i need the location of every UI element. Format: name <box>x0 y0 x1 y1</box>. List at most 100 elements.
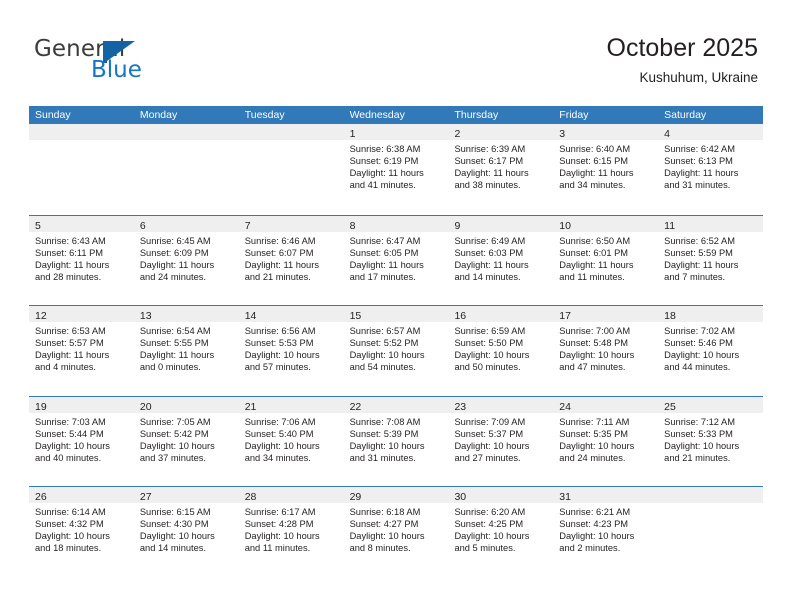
day-number: 24 <box>559 400 571 413</box>
day-detail-line: Sunrise: 6:54 AM <box>139 326 211 336</box>
day-detail-line: and 24 minutes. <box>139 271 207 282</box>
day-detail-line: Sunrise: 6:39 AM <box>454 144 526 154</box>
calendar-day-cell[interactable]: 18 Sunrise: 7:02 AM Sunset: 5:46 PM Dayligh… <box>658 306 764 396</box>
day-detail-line: and 11 minutes. <box>559 271 625 282</box>
calendar-day-cell[interactable]: 9 Sunrise: 6:49 AM Sunset: 6:03 PM Daylight… <box>448 215 554 306</box>
day-number: 19 <box>35 400 47 413</box>
weekday-header-sunday: Sunday <box>35 109 71 121</box>
calendar-day-cell[interactable]: 31 Sunrise: 6:21 AM Sunset: 4:23 PM Dayligh… <box>553 487 659 577</box>
day-number-band: 5 <box>29 215 134 232</box>
calendar-day-cell[interactable]: 13 Sunrise: 6:54 AM Sunset: 5:55 PM Dayligh… <box>133 306 239 396</box>
calendar-day-cell[interactable]: 23 Sunrise: 7:09 AM Sunset: 5:37 PM Dayligh… <box>448 396 554 487</box>
day-number-band: 7 <box>238 215 344 232</box>
calendar-day-cell[interactable]: 19 Sunrise: 7:03 AM Sunset: 5:44 PM Dayligh… <box>29 396 134 487</box>
calendar-day-cell[interactable]: 26 Sunrise: 6:14 AM Sunset: 4:32 PM Dayligh… <box>29 487 134 577</box>
calendar-weeks: 1 Sunrise: 6:38 AM Sunset: 6:19 PM Daylight… <box>29 124 764 577</box>
calendar-day-cell[interactable]: 5 Sunrise: 6:43 AM Sunset: 6:11 PM Daylight… <box>29 215 134 306</box>
calendar-day-cell[interactable]: 27 Sunrise: 6:15 AM Sunset: 4:30 PM Dayligh… <box>133 487 239 577</box>
day-number-band <box>658 487 764 503</box>
day-detail-line: Sunrise: 7:11 AM <box>559 416 630 427</box>
day-detail-line: Sunrise: 7:00 AM <box>559 326 631 336</box>
day-detail-line: Daylight: 10 hours <box>244 350 320 361</box>
day-number: 21 <box>244 400 257 413</box>
day-detail-line: Sunrise: 7:12 AM <box>664 416 735 427</box>
calendar-day-cell[interactable]: 30 Sunrise: 6:20 AM Sunset: 4:25 PM Dayligh… <box>448 487 554 577</box>
calendar-day-cell[interactable]: 8 Sunrise: 6:47 AM Sunset: 6:05 PM Daylight… <box>343 215 449 306</box>
calendar-day-cell[interactable]: 7 Sunrise: 6:46 AM Sunset: 6:07 PM Daylight… <box>238 215 344 306</box>
day-details: Sunrise: 6:46 AM Sunset: 6:07 PM Daylight:… <box>239 232 344 283</box>
calendar-day-cell[interactable]: 2 Sunrise: 6:39 AM Sunset: 6:17 PM Daylight… <box>448 124 554 215</box>
calendar-day-cell[interactable]: 10 Sunrise: 6:50 AM Sunset: 6:01 PM Dayligh… <box>553 215 659 306</box>
calendar-day-cell[interactable]: 17 Sunrise: 7:00 AM Sunset: 5:48 PM Dayligh… <box>553 306 659 396</box>
calendar-day-cell[interactable]: 11 Sunrise: 6:52 AM Sunset: 5:59 PM Dayligh… <box>658 215 764 306</box>
day-details: Sunrise: 6:57 AM Sunset: 5:52 PM Daylight:… <box>344 322 449 373</box>
day-details: Sunrise: 6:17 AM Sunset: 4:28 PM Daylight:… <box>239 503 344 554</box>
day-detail-line: Daylight: 11 hours <box>35 259 110 270</box>
day-detail-line: Daylight: 10 hours <box>454 350 530 361</box>
day-details: Sunrise: 6:18 AM Sunset: 4:27 PM Daylight:… <box>344 503 449 554</box>
day-detail-line: Daylight: 11 hours <box>139 350 215 361</box>
day-detail-line: Daylight: 10 hours <box>664 440 740 451</box>
day-detail-line: Sunset: 5:53 PM <box>244 338 314 349</box>
day-number: 12 <box>35 310 47 322</box>
logo-text-blue: Blue <box>91 57 142 83</box>
day-detail-line: Sunset: 6:07 PM <box>244 247 314 258</box>
day-number-band: 6 <box>133 215 239 232</box>
day-detail-line: Daylight: 11 hours <box>244 259 319 270</box>
day-number: 9 <box>454 219 461 232</box>
day-number-band: 18 <box>658 306 764 322</box>
day-details: Sunrise: 7:12 AM Sunset: 5:33 PM Daylight:… <box>658 413 763 464</box>
day-detail-line: Sunrise: 6:53 AM <box>35 326 106 336</box>
calendar-day-cell[interactable]: 1 Sunrise: 6:38 AM Sunset: 6:19 PM Daylight… <box>343 124 449 215</box>
calendar-day-cell[interactable]: 21 Sunrise: 7:06 AM Sunset: 5:40 PM Dayligh… <box>238 396 344 487</box>
day-details: Sunrise: 6:59 AM Sunset: 5:50 PM Daylight:… <box>448 322 553 373</box>
day-number-band: 15 <box>343 306 449 322</box>
day-detail-line: Sunset: 5:48 PM <box>559 338 629 349</box>
day-detail-line: Sunrise: 6:56 AM <box>244 326 316 336</box>
calendar-day-cell[interactable]: 24 Sunrise: 7:11 AM Sunset: 5:35 PM Dayligh… <box>553 396 659 487</box>
calendar-day-cell[interactable]: 29 Sunrise: 6:18 AM Sunset: 4:27 PM Dayligh… <box>343 487 449 577</box>
day-number-band: 22 <box>343 396 449 413</box>
day-detail-line: and 4 minutes. <box>35 362 96 373</box>
calendar-day-cell[interactable]: 28 Sunrise: 6:17 AM Sunset: 4:28 PM Dayligh… <box>238 487 344 577</box>
day-detail-line: Sunrise: 6:17 AM <box>244 507 316 517</box>
day-details: Sunrise: 6:47 AM Sunset: 6:05 PM Daylight:… <box>344 232 449 283</box>
day-detail-line: Sunset: 4:27 PM <box>349 519 419 530</box>
day-detail-line: Sunset: 6:11 PM <box>35 247 104 258</box>
calendar-day-cell[interactable]: 6 Sunrise: 6:45 AM Sunset: 6:09 PM Daylight… <box>133 215 239 306</box>
calendar-day-cell[interactable]: 4 Sunrise: 6:42 AM Sunset: 6:13 PM Daylight… <box>658 124 764 215</box>
day-detail-line: Sunset: 6:15 PM <box>559 156 629 167</box>
calendar-day-cell[interactable]: 15 Sunrise: 6:57 AM Sunset: 5:52 PM Dayligh… <box>343 306 449 396</box>
day-number: 6 <box>139 219 146 232</box>
day-number: 26 <box>35 491 47 503</box>
day-detail-line: and 28 minutes. <box>35 271 102 282</box>
calendar-day-cell[interactable]: 3 Sunrise: 6:40 AM Sunset: 6:15 PM Daylight… <box>553 124 659 215</box>
day-details: Sunrise: 7:06 AM Sunset: 5:40 PM Daylight:… <box>239 413 344 464</box>
calendar-week-row: 26 Sunrise: 6:14 AM Sunset: 4:32 PM Dayligh… <box>29 486 764 577</box>
day-number-band: 30 <box>448 487 554 503</box>
day-number: 11 <box>664 219 676 232</box>
calendar-day-cell[interactable]: 16 Sunrise: 6:59 AM Sunset: 5:50 PM Dayligh… <box>448 306 554 396</box>
day-detail-line: Sunset: 6:05 PM <box>349 247 419 258</box>
calendar-day-cell[interactable]: 20 Sunrise: 7:05 AM Sunset: 5:42 PM Dayligh… <box>133 396 239 487</box>
calendar-week-row: 12 Sunrise: 6:53 AM Sunset: 5:57 PM Dayligh… <box>29 305 764 396</box>
day-details: Sunrise: 7:11 AM Sunset: 5:35 PM Daylight:… <box>553 413 658 464</box>
calendar-day-cell[interactable]: 14 Sunrise: 6:56 AM Sunset: 5:53 PM Dayligh… <box>238 306 344 396</box>
calendar-day-cell[interactable]: 12 Sunrise: 6:53 AM Sunset: 5:57 PM Dayligh… <box>29 306 134 396</box>
calendar-day-cell[interactable]: 25 Sunrise: 7:12 AM Sunset: 5:33 PM Dayligh… <box>658 396 764 487</box>
day-details <box>134 140 239 143</box>
day-detail-line: and 54 minutes. <box>349 362 416 373</box>
general-blue-logo[interactable]: General Blue <box>34 36 264 88</box>
calendar-day-cell-empty <box>29 124 134 215</box>
day-number-band: 3 <box>553 124 659 140</box>
day-detail-line: and 44 minutes. <box>664 362 731 373</box>
day-detail-line: Sunset: 6:13 PM <box>664 156 733 167</box>
calendar-day-cell[interactable]: 22 Sunrise: 7:08 AM Sunset: 5:39 PM Dayligh… <box>343 396 449 487</box>
day-detail-line: Sunrise: 6:38 AM <box>349 144 421 154</box>
day-number: 3 <box>559 128 566 140</box>
day-detail-line: and 2 minutes. <box>559 543 621 554</box>
day-detail-line: Daylight: 10 hours <box>349 350 425 361</box>
day-detail-line: Sunrise: 6:42 AM <box>664 144 735 154</box>
day-detail-line: Sunrise: 6:15 AM <box>139 507 211 517</box>
calendar-day-cell-empty <box>658 487 764 577</box>
